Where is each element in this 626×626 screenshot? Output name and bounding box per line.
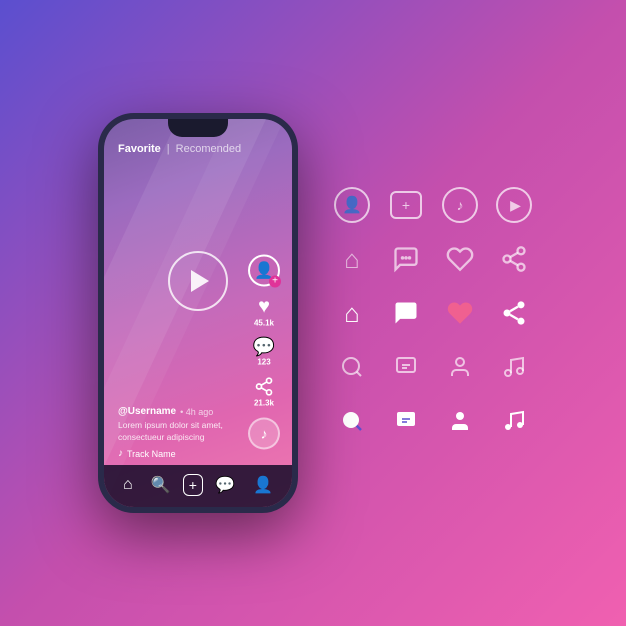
header-divider: | bbox=[167, 143, 170, 155]
like-group[interactable]: ♥ 45.1k bbox=[254, 297, 274, 328]
add-video-icon-cell[interactable]: + bbox=[382, 181, 430, 229]
play-triangle-icon bbox=[191, 270, 209, 292]
post-time: • 4h ago bbox=[180, 407, 213, 417]
share-outline-cell[interactable] bbox=[490, 235, 538, 283]
heart-pink-solid-cell[interactable] bbox=[436, 289, 484, 337]
search-outline-icon bbox=[340, 355, 364, 379]
icons-panel: 👤 + ♪ ▶ ⌂ bbox=[328, 181, 538, 445]
heart-icon: ♥ bbox=[258, 297, 270, 317]
nav-search[interactable]: 🔍 bbox=[145, 473, 177, 497]
username[interactable]: @Username bbox=[118, 406, 176, 417]
music-badge-icon: ♪ bbox=[261, 426, 268, 442]
comment-icon: 💬 bbox=[253, 338, 275, 356]
sidebar-avatar[interactable]: 👤 bbox=[248, 255, 280, 287]
home-solid-icon: ⌂ bbox=[344, 298, 360, 329]
nav-home[interactable]: ⌂ bbox=[117, 474, 139, 496]
music-outline-cell[interactable] bbox=[490, 343, 538, 391]
search-solid-icon bbox=[340, 409, 364, 433]
music-badge[interactable]: ♪ bbox=[248, 418, 280, 450]
add-video-icon: + bbox=[390, 191, 422, 219]
nav-profile[interactable]: 👤 bbox=[247, 473, 279, 497]
profile-solid-cell[interactable] bbox=[436, 397, 484, 445]
phone: Favorite | Recomended 👤 bbox=[98, 113, 298, 513]
heart-outline-cell[interactable] bbox=[436, 235, 484, 283]
track-name: Track Name bbox=[127, 449, 176, 459]
messages-solid-icon bbox=[394, 409, 418, 433]
search-outline-cell[interactable] bbox=[328, 343, 376, 391]
phone-sidebar: 👤 ♥ 45.1k 💬 123 bbox=[248, 255, 280, 450]
messages-outline-icon bbox=[394, 355, 418, 379]
search-solid-cell[interactable] bbox=[328, 397, 376, 445]
home-outline-cell[interactable]: ⌂ bbox=[328, 235, 376, 283]
music-solid-cell[interactable] bbox=[490, 397, 538, 445]
share-solid-cell[interactable] bbox=[490, 289, 538, 337]
recommended-tab[interactable]: Recomended bbox=[176, 143, 241, 155]
chat-outline-icon bbox=[392, 245, 420, 273]
nav-add[interactable]: + bbox=[183, 474, 203, 496]
chat-solid-cell[interactable] bbox=[382, 289, 430, 337]
user-add-icon-cell[interactable]: 👤 bbox=[328, 181, 376, 229]
share-outline-icon bbox=[500, 245, 528, 273]
play-circle-icon: ▶ bbox=[496, 187, 532, 223]
main-container: Favorite | Recomended 👤 bbox=[0, 0, 626, 626]
nav-messages[interactable]: 💬 bbox=[209, 473, 241, 497]
play-button[interactable] bbox=[168, 251, 228, 311]
profile-outline-cell[interactable] bbox=[436, 343, 484, 391]
share-solid-icon bbox=[500, 299, 528, 327]
heart-outline-icon bbox=[446, 245, 474, 273]
comments-count: 123 bbox=[257, 358, 270, 367]
music-solid-icon bbox=[502, 409, 526, 433]
user-add-icon: 👤 bbox=[334, 187, 370, 223]
profile-solid-icon bbox=[448, 409, 472, 433]
comment-group[interactable]: 💬 123 bbox=[253, 338, 275, 367]
track-music-icon: ♪ bbox=[118, 448, 123, 459]
heart-pink-solid-icon bbox=[446, 299, 474, 327]
track-row: ♪ Track Name bbox=[118, 448, 278, 465]
favorite-tab[interactable]: Favorite bbox=[118, 143, 161, 155]
messages-outline-cell[interactable] bbox=[382, 343, 430, 391]
share-icon bbox=[254, 377, 274, 397]
bottom-nav: ⌂ 🔍 + 💬 👤 bbox=[104, 465, 292, 507]
profile-outline-icon bbox=[448, 355, 472, 379]
music-circle-icon-cell[interactable]: ♪ bbox=[436, 181, 484, 229]
phone-wrapper: Favorite | Recomended 👤 bbox=[98, 113, 298, 513]
chat-solid-icon bbox=[392, 299, 420, 327]
chat-outline-cell[interactable] bbox=[382, 235, 430, 283]
home-solid-cell[interactable]: ⌂ bbox=[328, 289, 376, 337]
share-group[interactable]: 21.3k bbox=[254, 377, 274, 408]
likes-count: 45.1k bbox=[254, 319, 274, 328]
phone-screen: Favorite | Recomended 👤 bbox=[104, 119, 292, 507]
messages-solid-cell[interactable] bbox=[382, 397, 430, 445]
phone-notch bbox=[168, 119, 228, 137]
home-outline-icon: ⌂ bbox=[344, 244, 360, 275]
shares-count: 21.3k bbox=[254, 399, 274, 408]
music-circle-icon: ♪ bbox=[442, 187, 478, 223]
music-outline-icon bbox=[502, 355, 526, 379]
play-circle-icon-cell[interactable]: ▶ bbox=[490, 181, 538, 229]
